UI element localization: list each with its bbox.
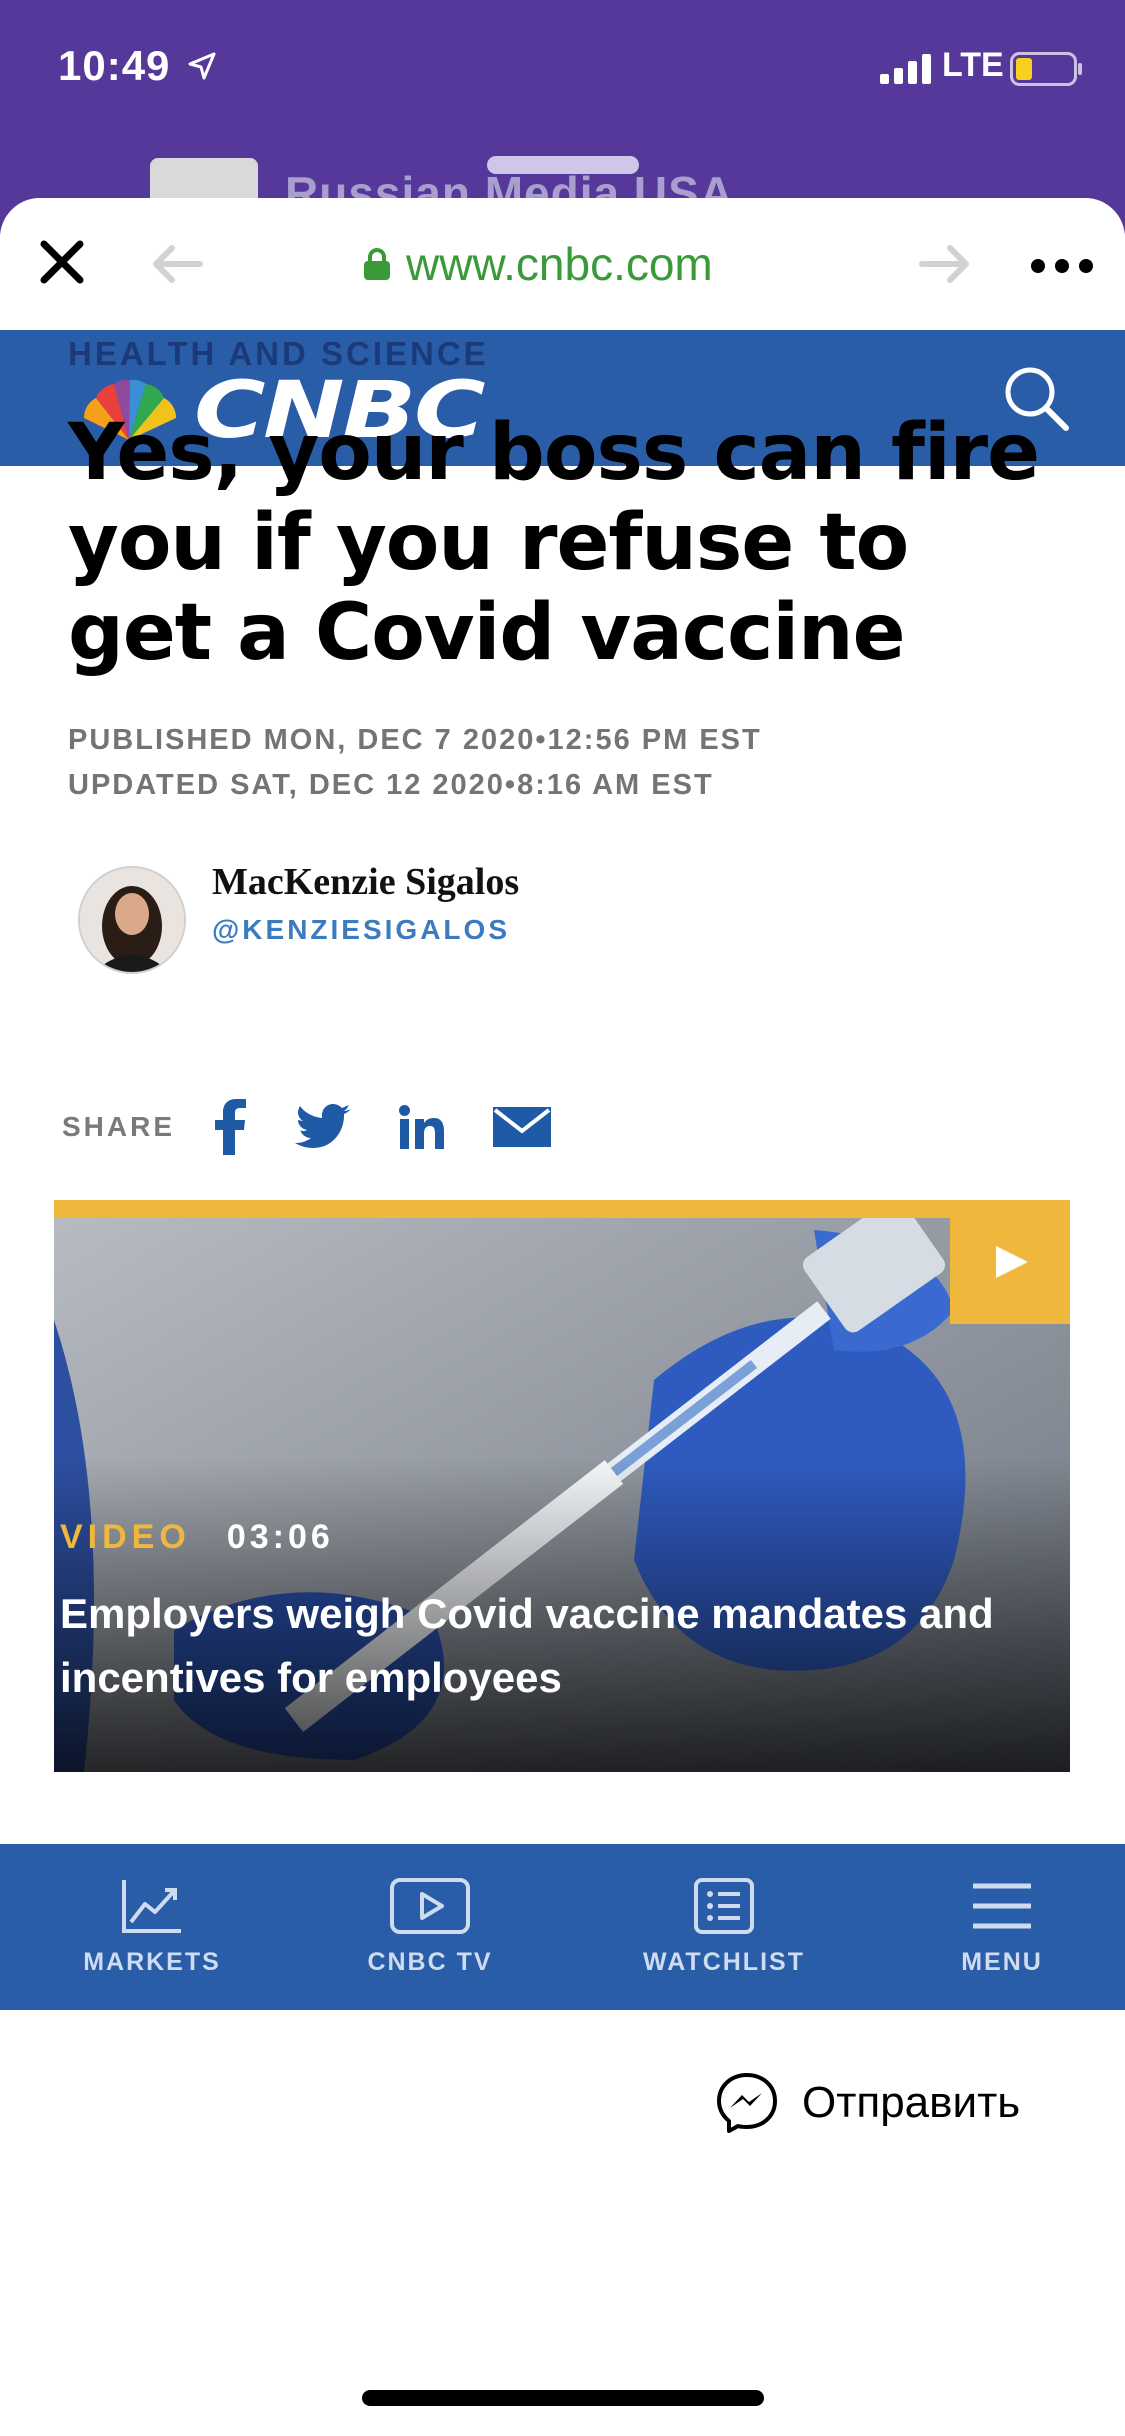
- hamburger-menu-icon: [973, 1883, 1031, 1929]
- back-arrow-icon[interactable]: [150, 244, 204, 284]
- video-accent-bar: [54, 1200, 1070, 1218]
- video-meta: VIDEO 03:06: [60, 1518, 334, 1557]
- messenger-send-button[interactable]: Отправить: [716, 2072, 1020, 2134]
- email-share-button[interactable]: [493, 1107, 552, 1147]
- article-category[interactable]: HEALTH AND SCIENCE: [68, 335, 489, 373]
- nav-menu-label: MENU: [961, 1948, 1043, 1976]
- author-photo: [80, 868, 184, 972]
- bottom-nav: MARKETS CNBC TV WATCHLIST MENU: [0, 1844, 1125, 2010]
- facebook-icon: [215, 1099, 247, 1155]
- nav-markets-label: MARKETS: [83, 1948, 221, 1976]
- nav-markets[interactable]: MARKETS: [72, 1844, 232, 2010]
- facebook-share-button[interactable]: [213, 1099, 247, 1155]
- status-time: 10:49: [58, 42, 171, 89]
- article-dates: PUBLISHED MON, DEC 7 2020•12:56 PM EST U…: [68, 718, 762, 808]
- url-text: www.cnbc.com: [406, 238, 713, 290]
- mail-icon: [493, 1107, 552, 1147]
- author-name[interactable]: MacKenzie Sigalos: [212, 860, 519, 904]
- messenger-icon: [717, 2073, 777, 2133]
- twitter-icon: [295, 1104, 352, 1148]
- video-tag: VIDEO: [60, 1518, 191, 1556]
- author-avatar[interactable]: [78, 866, 186, 974]
- video-title[interactable]: Employers weigh Covid vaccine mandates a…: [60, 1582, 1010, 1710]
- home-indicator[interactable]: [362, 2390, 764, 2406]
- tv-play-icon: [390, 1878, 470, 1934]
- share-row: SHARE: [62, 1092, 599, 1162]
- watchlist-icon: [694, 1878, 754, 1934]
- browser-toolbar: www.cnbc.com: [0, 198, 1125, 330]
- lock-icon: [364, 248, 390, 280]
- nav-watchlist-label: WATCHLIST: [643, 1948, 805, 1976]
- nav-cnbc-tv[interactable]: CNBC TV: [350, 1844, 510, 2010]
- play-button[interactable]: [950, 1200, 1070, 1324]
- play-icon: [996, 1246, 1028, 1278]
- location-arrow-icon: [188, 52, 216, 80]
- sheet-grabber[interactable]: [487, 156, 639, 174]
- address-bar[interactable]: www.cnbc.com: [362, 232, 713, 296]
- nav-cnbc-tv-label: CNBC TV: [367, 1948, 493, 1976]
- nav-watchlist[interactable]: WATCHLIST: [634, 1844, 814, 2010]
- twitter-share-button[interactable]: [295, 1104, 352, 1150]
- network-type: LTE: [942, 46, 1004, 84]
- published-date: PUBLISHED MON, DEC 7 2020•12:56 PM EST: [68, 724, 762, 756]
- signal-strength-icon: [880, 54, 931, 84]
- browser-sheet: www.cnbc.com CNBC HEALTH AND SCIENCE Yes…: [0, 198, 1125, 2436]
- video-duration: 03:06: [226, 1518, 334, 1556]
- forward-arrow-icon[interactable]: [918, 244, 972, 284]
- markets-chart-icon: [122, 1880, 181, 1933]
- updated-date: UPDATED SAT, DEC 12 2020•8:16 AM EST: [68, 769, 714, 801]
- nav-menu[interactable]: MENU: [922, 1844, 1082, 2010]
- author-handle[interactable]: @KENZIESIGALOS: [212, 914, 510, 946]
- close-icon[interactable]: [34, 234, 90, 290]
- more-options-icon[interactable]: [1030, 258, 1094, 274]
- article-headline: Yes, your boss can fire you if you refus…: [68, 408, 1040, 678]
- share-label: SHARE: [62, 1111, 176, 1142]
- battery-icon: [1010, 52, 1082, 86]
- send-label: Отправить: [802, 2078, 1021, 2127]
- linkedin-icon: [399, 1105, 445, 1149]
- linkedin-share-button[interactable]: [399, 1105, 445, 1149]
